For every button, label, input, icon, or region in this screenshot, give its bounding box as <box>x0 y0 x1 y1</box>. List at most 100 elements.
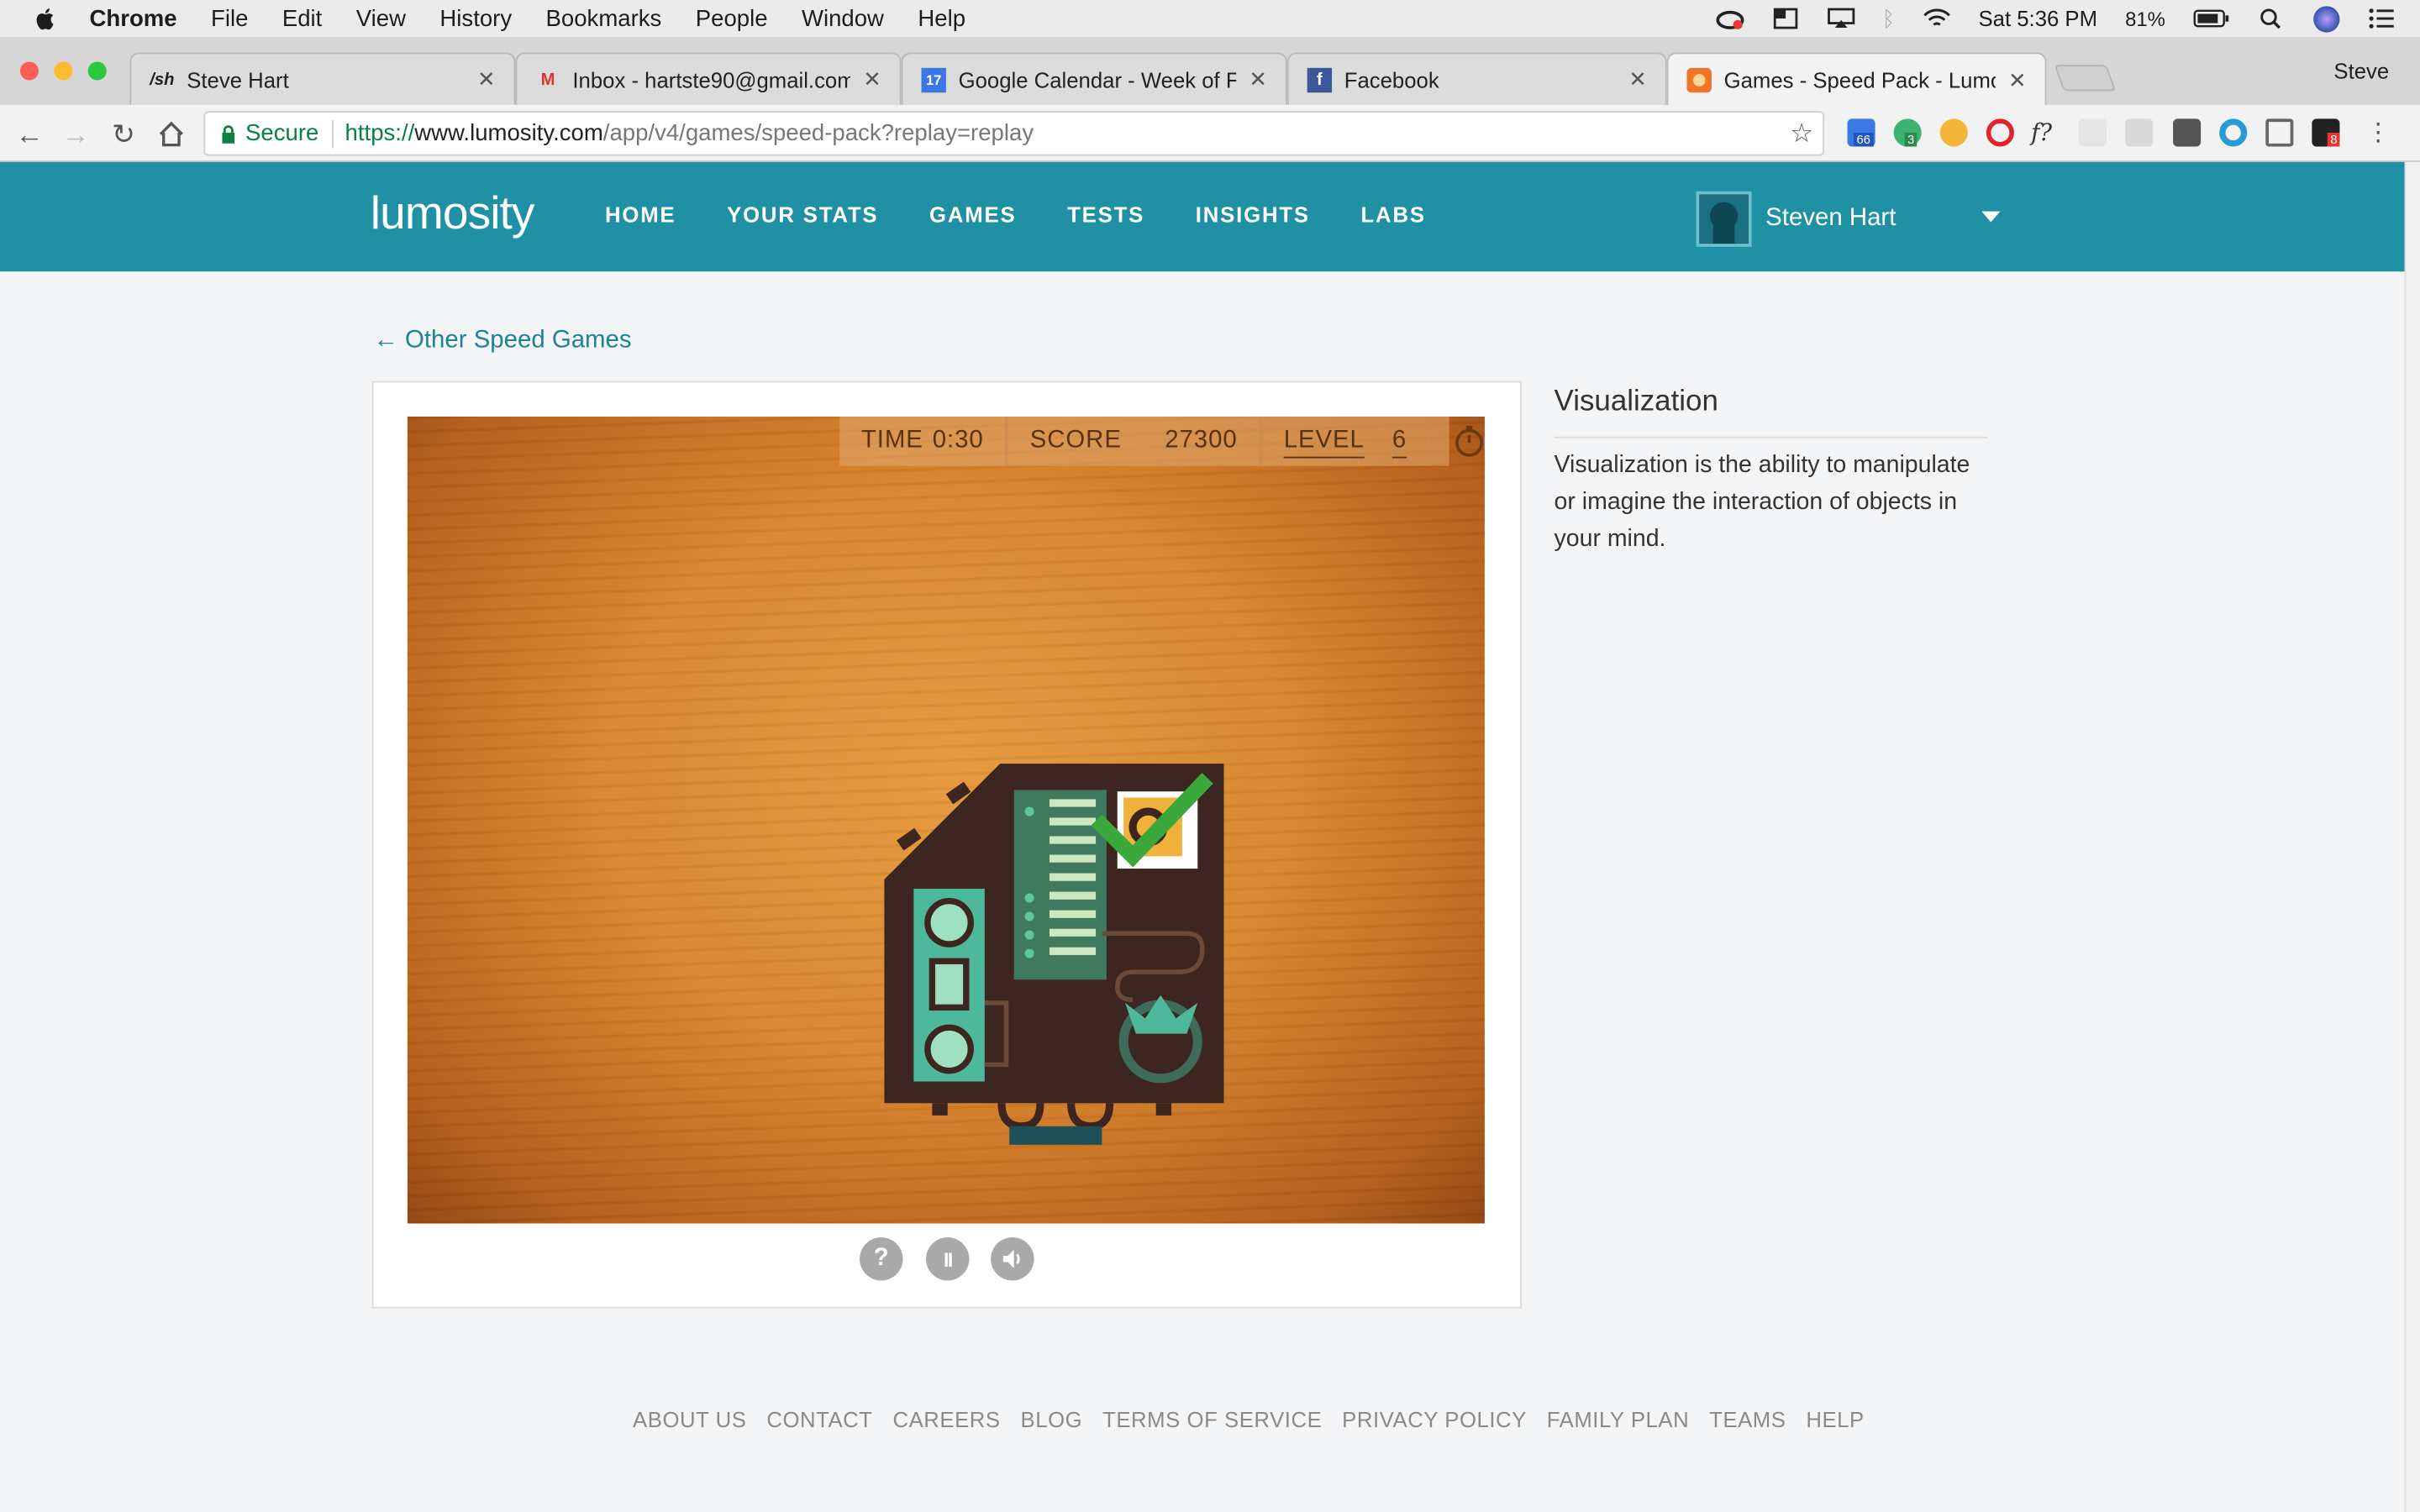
score-label: SCORE <box>1029 427 1122 454</box>
chrome-menu-icon[interactable]: ⋮ <box>2361 118 2395 151</box>
url-path: /app/v4/games/speed-pack?replay=replay <box>602 120 1034 147</box>
menu-edit[interactable]: Edit <box>282 5 322 31</box>
sound-icon <box>1002 1249 1020 1268</box>
lumosity-logo[interactable]: lumosity <box>371 188 535 240</box>
menu-file[interactable]: File <box>211 5 248 31</box>
menubar-clock[interactable]: Sat 5:36 PM <box>1979 6 2098 30</box>
tab-close-icon[interactable]: ✕ <box>1249 66 1267 92</box>
tab-google-calendar[interactable]: 17 Google Calendar - Week of Feb ✕ <box>901 52 1287 105</box>
cast-icon[interactable] <box>2265 118 2294 147</box>
function-icon[interactable]: f? <box>2031 118 2059 146</box>
menu-help[interactable]: Help <box>918 5 965 31</box>
hud-score: SCORE 27300 <box>1008 416 1262 466</box>
nav-insights[interactable]: INSIGHTS <box>1196 202 1310 227</box>
time-label: TIME <box>860 427 923 454</box>
nav-labs[interactable]: LABS <box>1361 202 1426 227</box>
footer-help[interactable]: HELP <box>1806 1407 1864 1431</box>
notification-center-icon[interactable] <box>2367 8 2395 29</box>
tab-close-icon[interactable]: ✕ <box>2008 67 2027 93</box>
menu-window[interactable]: Window <box>802 5 884 31</box>
opera-icon[interactable] <box>1986 118 2014 147</box>
circle-extension-icon[interactable] <box>2219 118 2248 147</box>
airplay-icon[interactable] <box>1827 8 1854 29</box>
steve-hart-favicon: /sh <box>150 70 175 89</box>
machine-puzzle-illustration <box>884 764 1224 1145</box>
maximize-window-button[interactable] <box>87 61 107 81</box>
menu-people[interactable]: People <box>696 5 768 31</box>
tab-title: Google Calendar - Week of Feb <box>958 66 1237 92</box>
skill-title: Visualization <box>1554 386 1718 418</box>
nav-tests[interactable]: TESTS <box>1067 202 1144 227</box>
extension-icon[interactable] <box>2079 118 2107 147</box>
tab-close-icon[interactable]: ✕ <box>1628 66 1647 92</box>
tab-steve-hart[interactable]: /sh Steve Hart ✕ <box>129 52 516 105</box>
wifi-icon[interactable] <box>1923 8 1950 29</box>
footer-terms-of-service[interactable]: TERMS OF SERVICE <box>1102 1407 1322 1431</box>
footer-blog[interactable]: BLOG <box>1021 1407 1083 1431</box>
nav-home[interactable]: HOME <box>605 202 676 227</box>
window-manager-icon[interactable] <box>1771 8 1799 29</box>
extension-badge: 3 <box>1904 132 1918 147</box>
level-value: 6 <box>1392 427 1407 454</box>
nav-games[interactable]: GAMES <box>929 202 1016 227</box>
menu-view[interactable]: View <box>356 5 406 31</box>
chat-extension-icon[interactable] <box>2125 118 2154 147</box>
back-arrow-icon[interactable]: ← <box>13 118 46 151</box>
tab-lumosity-speed-pack[interactable]: Games - Speed Pack - Lumosity ✕ <box>1666 52 2047 107</box>
time-value: 0:30 <box>932 427 984 454</box>
tab-title: Games - Speed Pack - Lumosity <box>1723 67 1996 93</box>
other-speed-games-link[interactable]: ← Other Speed Games <box>373 327 631 354</box>
chrome-profile-name[interactable]: Steve <box>2333 59 2389 83</box>
battery-percent[interactable]: 81% <box>2125 7 2165 30</box>
close-window-button[interactable] <box>19 61 39 81</box>
home-icon[interactable] <box>155 118 188 151</box>
user-name[interactable]: Steven Hart <box>1765 205 1896 233</box>
help-button[interactable]: ? <box>860 1237 903 1281</box>
pause-button[interactable]: II <box>926 1237 970 1281</box>
footer-careers[interactable]: CAREERS <box>892 1407 1000 1431</box>
tab-gmail-inbox[interactable]: M Inbox - hartste90@gmail.com ✕ <box>515 52 902 105</box>
reload-icon[interactable]: ↻ <box>107 118 140 151</box>
battery-icon[interactable] <box>2193 8 2230 29</box>
main-nav: HOME YOUR STATS GAMES TESTS INSIGHTS LAB… <box>605 202 1477 227</box>
footer-links: ABOUT US CONTACT CAREERS BLOG TERMS OF S… <box>633 1407 1885 1431</box>
address-bar[interactable]: Secure https:// www.lumosity.com /app/v4… <box>203 111 1824 156</box>
minimize-window-button[interactable] <box>54 61 73 81</box>
hud-level: LEVEL 6 <box>1262 416 1432 466</box>
chevron-down-icon[interactable] <box>1981 211 2001 223</box>
extension-icon[interactable]: 66 <box>1847 118 1876 147</box>
footer-contact[interactable]: CONTACT <box>766 1407 872 1431</box>
bookmark-star-icon[interactable]: ☆ <box>1790 118 1813 150</box>
bluetooth-icon[interactable]: ᛒ <box>1882 6 1895 30</box>
new-tab-button[interactable] <box>2054 65 2117 92</box>
footer-privacy-policy[interactable]: PRIVACY POLICY <box>1342 1407 1527 1431</box>
creative-cloud-icon[interactable] <box>1715 8 1744 29</box>
menu-bookmarks[interactable]: Bookmarks <box>546 5 662 31</box>
facebook-icon: f <box>1307 66 1333 92</box>
amazon-extension-icon[interactable]: 8 <box>2312 118 2341 147</box>
avatar[interactable] <box>1696 191 1752 247</box>
tab-facebook[interactable]: f Facebook ✕ <box>1286 52 1667 105</box>
footer-teams[interactable]: TEAMS <box>1709 1407 1786 1431</box>
siri-icon[interactable] <box>2313 5 2340 32</box>
footer-about-us[interactable]: ABOUT US <box>633 1407 746 1431</box>
weather-extension-icon[interactable] <box>1939 118 1968 147</box>
extension-icon[interactable]: 3 <box>1893 118 1922 147</box>
spotlight-search-icon[interactable] <box>2258 8 2286 29</box>
lightbulb-extension-icon[interactable] <box>2173 118 2202 147</box>
user-menu[interactable]: Steven Hart <box>1696 191 1896 247</box>
forward-arrow-icon[interactable]: → <box>59 118 92 151</box>
apple-icon[interactable] <box>34 6 58 30</box>
menu-app-name[interactable]: Chrome <box>90 5 177 31</box>
nav-your-stats[interactable]: YOUR STATS <box>727 202 878 227</box>
page-scrollbar[interactable] <box>2404 161 2420 1512</box>
menu-history[interactable]: History <box>439 5 512 31</box>
sound-button[interactable] <box>991 1237 1034 1281</box>
footer-family-plan[interactable]: FAMILY PLAN <box>1547 1407 1689 1431</box>
tab-close-icon[interactable]: ✕ <box>863 66 881 92</box>
url-host: www.lumosity.com <box>414 120 603 147</box>
tab-close-icon[interactable]: ✕ <box>477 66 496 92</box>
gmail-icon: M <box>540 70 555 89</box>
game-canvas[interactable]: TIME 0:30 SCORE 27300 LEVEL 6 <box>407 416 1485 1224</box>
tab-title: Facebook <box>1344 66 1439 92</box>
